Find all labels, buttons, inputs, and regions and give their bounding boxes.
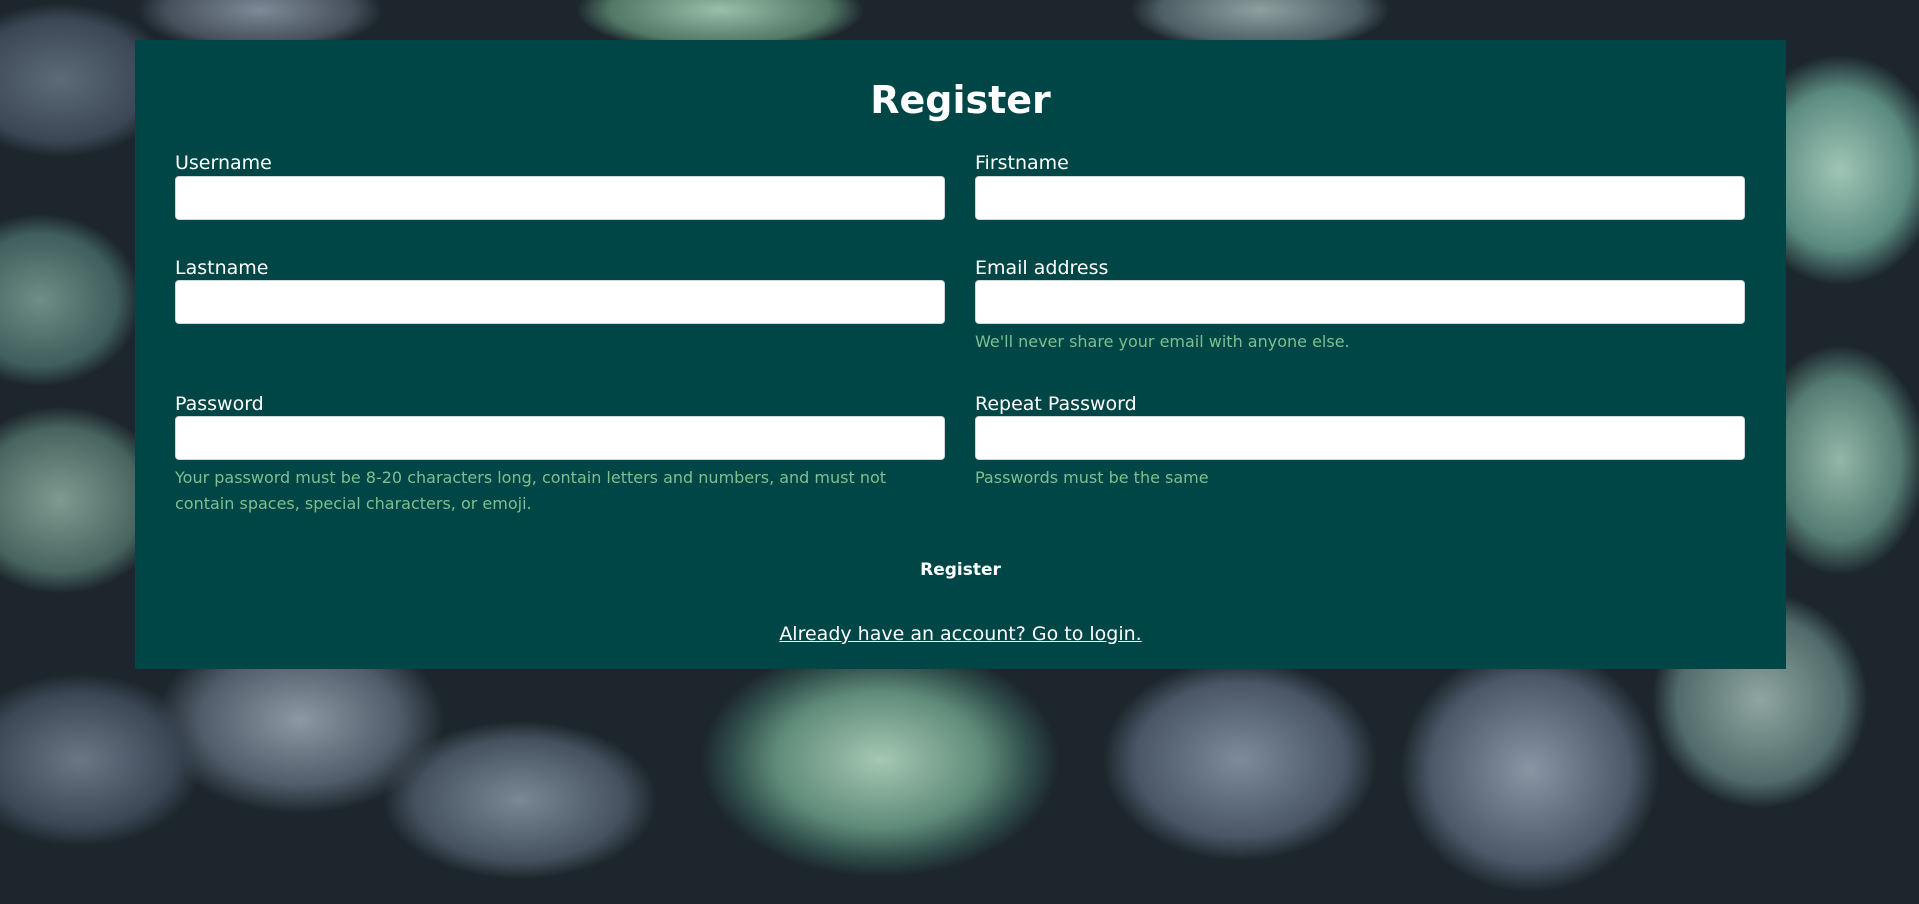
password-help-text: Your password must be 8-20 characters lo…	[175, 468, 887, 513]
login-link-container: Already have an account? Go to login.	[135, 622, 1786, 646]
register-panel: Register Username Firstname Lastname Ema…	[135, 40, 1786, 669]
email-input[interactable]	[975, 280, 1745, 324]
password-label: Password	[175, 393, 264, 415]
firstname-label: Firstname	[975, 152, 1069, 174]
go-to-login-link[interactable]: Already have an account? Go to login.	[779, 623, 1141, 645]
email-label: Email address	[975, 257, 1109, 279]
password-input[interactable]	[175, 416, 945, 460]
email-help-text: We'll never share your email with anyone…	[975, 332, 1350, 351]
page-title: Register	[870, 78, 1051, 122]
register-button[interactable]: Register	[891, 552, 1031, 588]
firstname-input[interactable]	[975, 176, 1745, 220]
repeat-password-input[interactable]	[975, 416, 1745, 460]
username-label: Username	[175, 152, 272, 174]
lastname-input[interactable]	[175, 280, 945, 324]
username-input[interactable]	[175, 176, 945, 220]
lastname-label: Lastname	[175, 257, 269, 279]
repeat-password-help-text: Passwords must be the same	[975, 468, 1209, 487]
repeat-password-label: Repeat Password	[975, 393, 1137, 415]
